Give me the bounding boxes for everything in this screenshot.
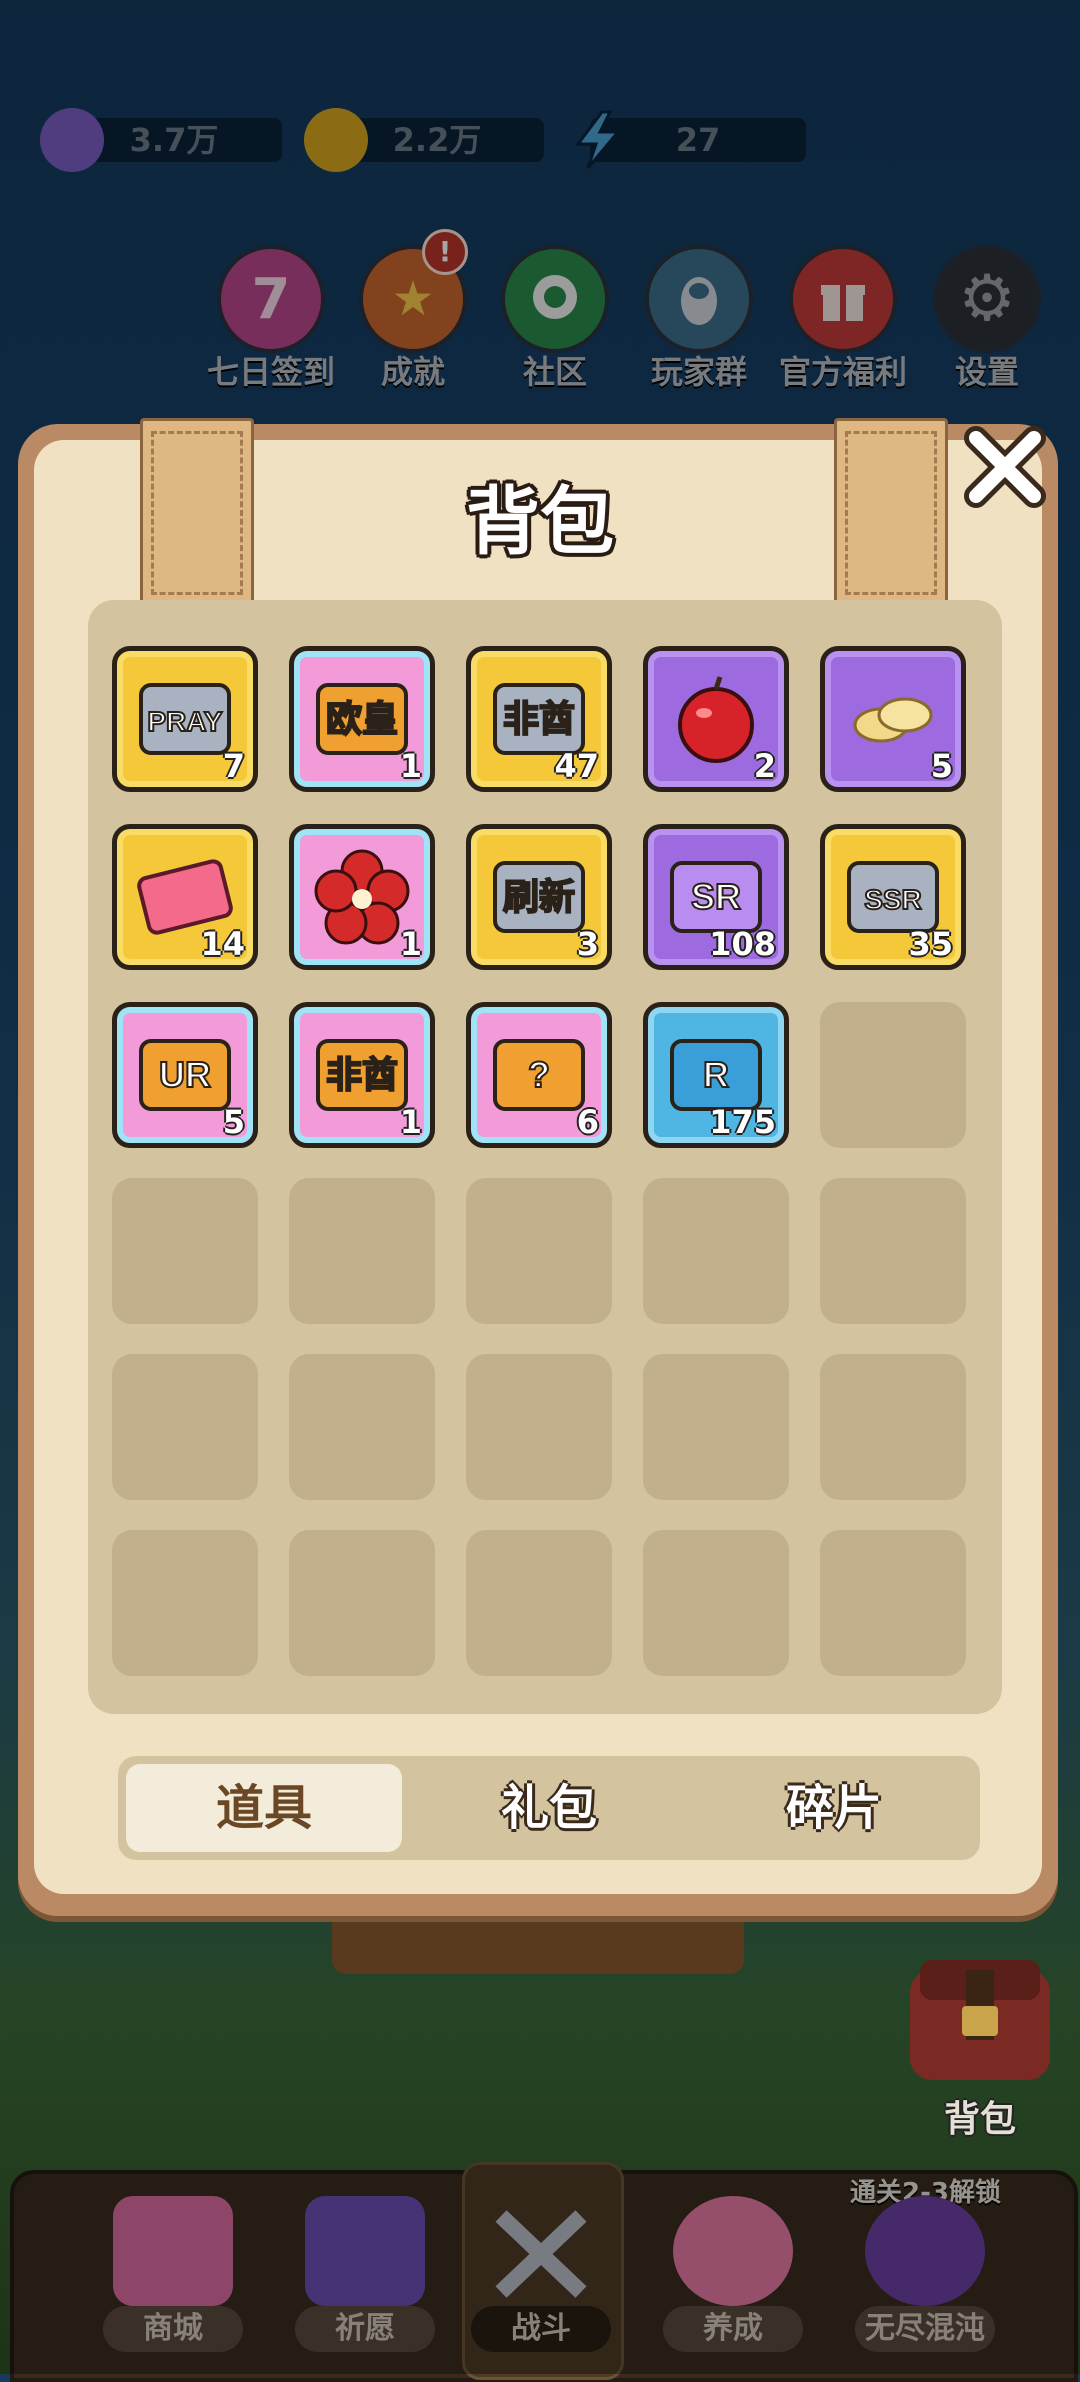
item-quantity: 6: [576, 1103, 599, 1141]
chips-icon: [841, 667, 945, 771]
inventory-item[interactable]: 非酋 1: [289, 1002, 435, 1148]
item-art-label: SSR: [864, 884, 922, 915]
item-art-label: 非酋: [503, 698, 575, 739]
inventory-item[interactable]: SSR 35: [820, 824, 966, 970]
close-button[interactable]: [960, 422, 1050, 512]
ur-fragment-icon: UR: [133, 1023, 237, 1127]
close-icon: [964, 426, 1046, 508]
item-art-label: R: [703, 1054, 729, 1095]
item-art-label: 非酋: [326, 1054, 398, 1095]
item-quantity: 175: [709, 1103, 776, 1141]
inventory-item[interactable]: ? 6: [466, 1002, 612, 1148]
empty-slot: [466, 1354, 612, 1500]
inventory-item[interactable]: R 175: [643, 1002, 789, 1148]
empty-slot: [466, 1530, 612, 1676]
tab-packs[interactable]: 礼包: [411, 1764, 687, 1852]
refresh-card-icon: 刷新: [487, 845, 591, 949]
inventory-item[interactable]: 14: [112, 824, 258, 970]
inventory-item[interactable]: 非酋 47: [466, 646, 612, 792]
empty-slot: [466, 1178, 612, 1324]
item-quantity: 3: [576, 925, 599, 963]
bag-button[interactable]: [900, 1950, 1060, 2100]
item-art-label: 欧皇: [326, 698, 398, 739]
inventory-item[interactable]: 刷新 3: [466, 824, 612, 970]
inventory-item[interactable]: UR 5: [112, 1002, 258, 1148]
empty-slot: [820, 1178, 966, 1324]
item-quantity: 1: [399, 1103, 422, 1141]
empty-slot: [643, 1354, 789, 1500]
item-art-label: 刷新: [503, 876, 575, 917]
empty-slot: [112, 1354, 258, 1500]
item-art-label: ?: [528, 1054, 550, 1095]
item-quantity: 47: [554, 747, 599, 785]
inventory-item[interactable]: 欧皇 1: [289, 646, 435, 792]
item-quantity: 35: [908, 925, 953, 963]
empty-slot: [289, 1178, 435, 1324]
item-quantity: 1: [399, 925, 422, 963]
feiqiu-card-icon: 非酋: [310, 1023, 414, 1127]
item-quantity: 5: [222, 1103, 245, 1141]
bag-label: 背包: [943, 2099, 1016, 2140]
pray-ticket-icon: PRAY: [133, 667, 237, 771]
item-art-label: UR: [159, 1054, 211, 1095]
inventory-item[interactable]: SR 108: [643, 824, 789, 970]
panel-tabs: 道具 礼包 碎片: [118, 1756, 980, 1860]
item-quantity: 5: [930, 747, 953, 785]
empty-slot: [643, 1178, 789, 1324]
inventory-item[interactable]: 1: [289, 824, 435, 970]
flower-icon: [310, 845, 414, 949]
tab-items[interactable]: 道具: [126, 1764, 402, 1852]
item-art-label: PRAY: [147, 706, 223, 737]
empty-slot: [820, 1530, 966, 1676]
inventory-item[interactable]: 2: [643, 646, 789, 792]
mystery-bag-icon: ?: [487, 1023, 591, 1127]
empty-slot: [289, 1530, 435, 1676]
ouhuang-card-icon: 欧皇: [310, 667, 414, 771]
empty-slot: [820, 1002, 966, 1148]
item-quantity: 2: [753, 747, 776, 785]
item-art-label: SR: [691, 876, 741, 917]
item-quantity: 1: [399, 747, 422, 785]
apple-icon: [664, 667, 768, 771]
inventory-item[interactable]: PRAY 7: [112, 646, 258, 792]
empty-slot: [289, 1354, 435, 1500]
empty-slot: [112, 1530, 258, 1676]
empty-slot: [112, 1178, 258, 1324]
backpack-icon: [910, 1960, 1050, 2080]
empty-slot: [643, 1530, 789, 1676]
tab-fragments[interactable]: 碎片: [696, 1764, 972, 1852]
item-quantity: 108: [709, 925, 776, 963]
item-quantity: 14: [200, 925, 245, 963]
panel-title: 背包: [466, 479, 614, 565]
empty-slot: [820, 1354, 966, 1500]
inventory-item[interactable]: 5: [820, 646, 966, 792]
item-quantity: 7: [222, 747, 245, 785]
